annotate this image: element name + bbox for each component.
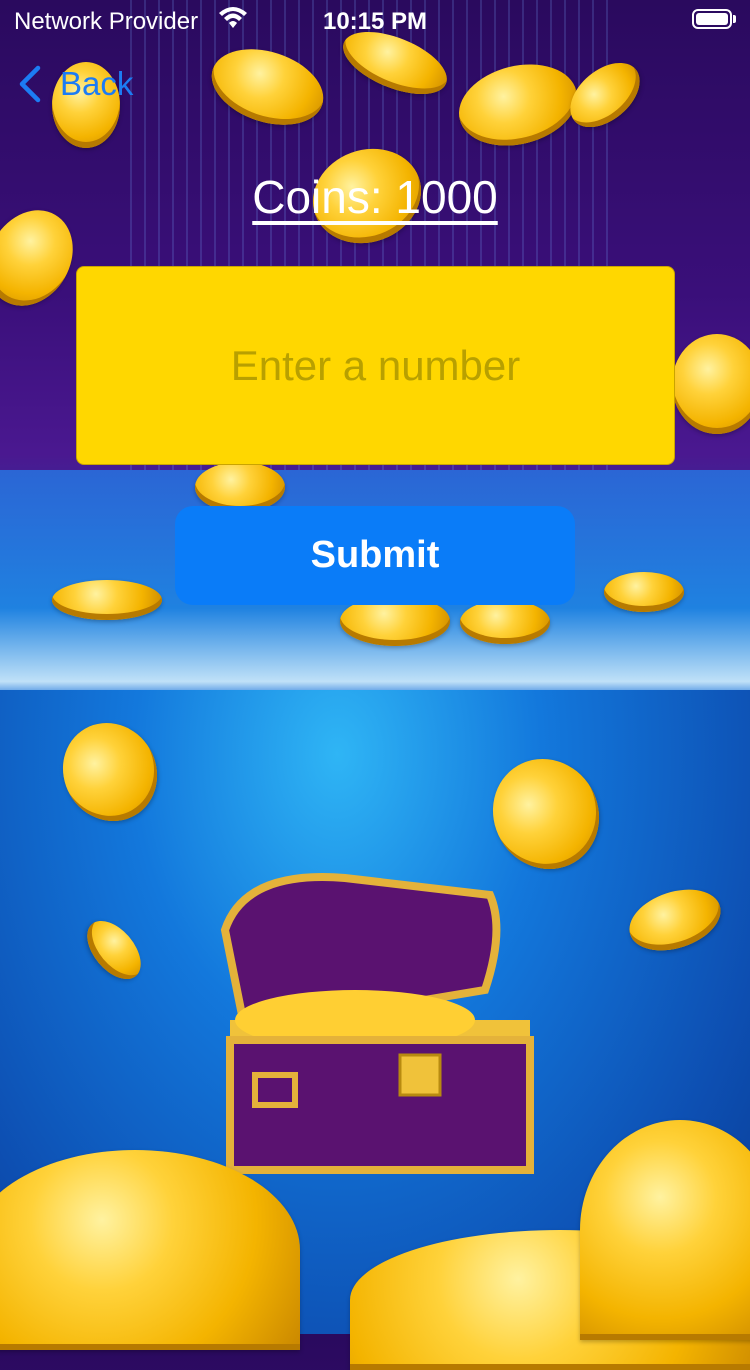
coin-decoration (52, 580, 162, 620)
coin-decoration (672, 334, 750, 434)
submit-button[interactable]: Submit (175, 506, 575, 605)
status-bar: Network Provider 10:15 PM (0, 0, 750, 40)
coin-decoration (195, 462, 285, 512)
battery-tip (733, 15, 736, 23)
back-label: Back (60, 65, 134, 102)
number-input[interactable] (76, 266, 675, 465)
coin-decoration (604, 572, 684, 612)
coins-balance-label: Coins: 1000 (252, 171, 498, 223)
treasure-chest-icon (220, 873, 534, 1174)
chevron-left-icon (19, 65, 41, 103)
coin-decoration (460, 600, 550, 644)
battery-icon (692, 9, 732, 29)
back-button[interactable]: Back (16, 62, 133, 106)
clock: 10:15 PM (322, 8, 428, 35)
